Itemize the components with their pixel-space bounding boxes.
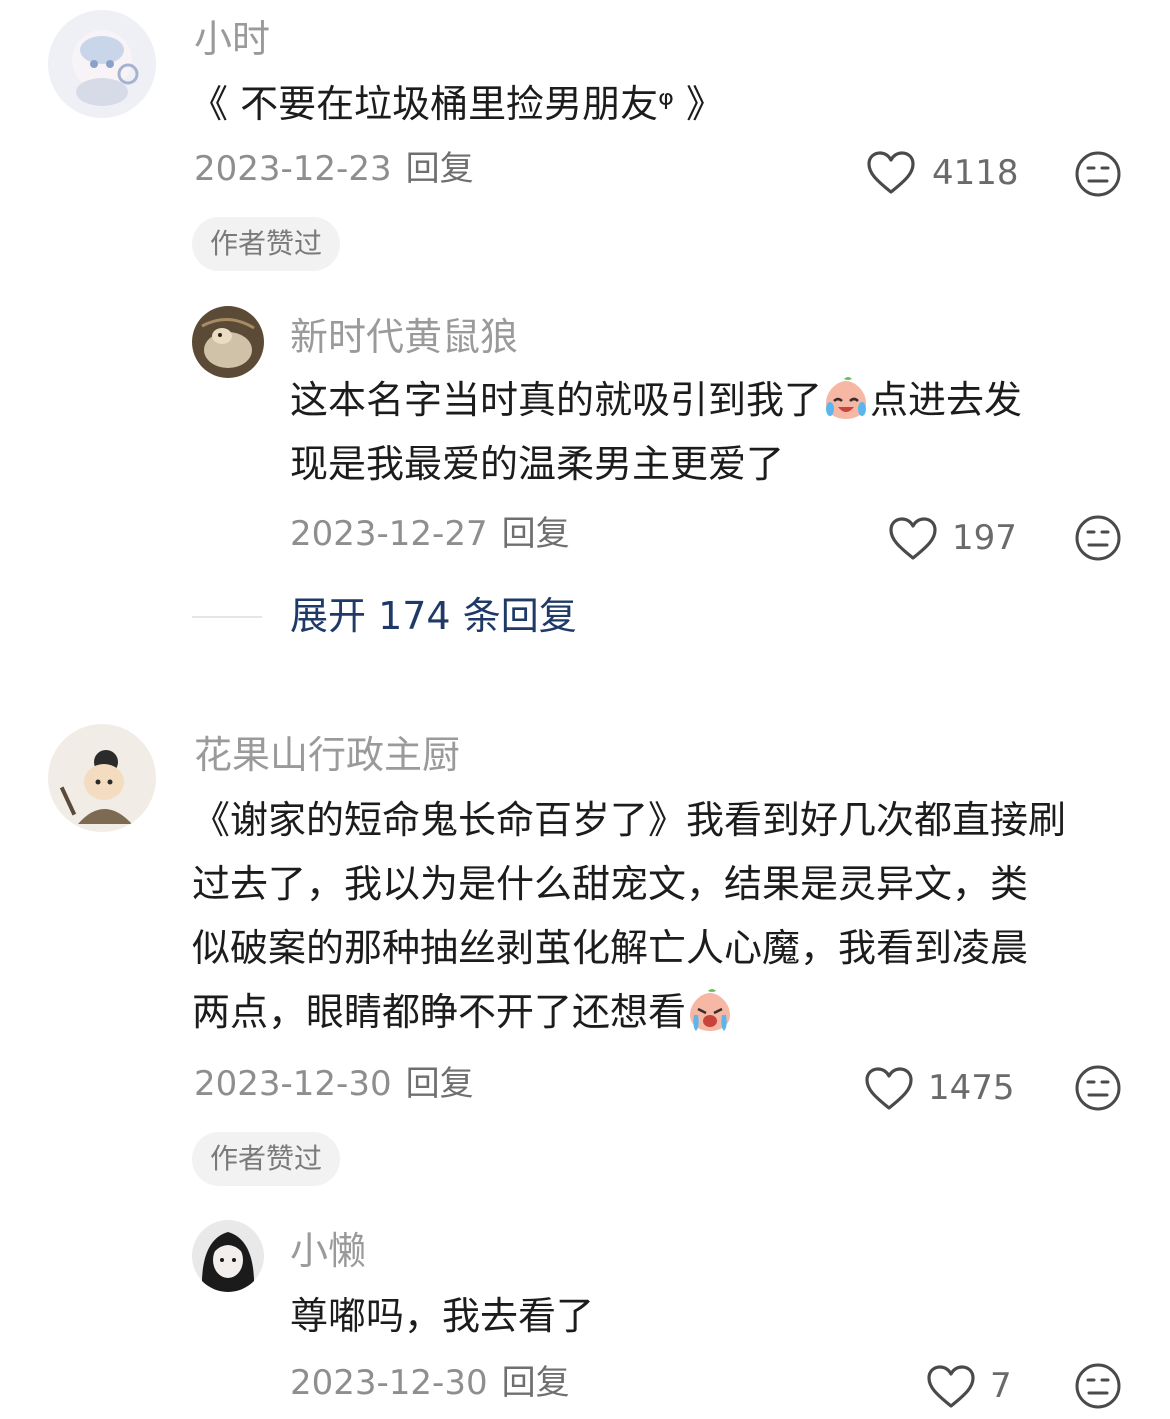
reply-text-part: 现是我最爱的温柔男主更爱了 — [290, 442, 785, 486]
comment-text-line: 《谢家的短命鬼长命百岁了》我看到好几次都直接刷 — [192, 798, 1067, 842]
comment-meta: 2023-12-23 回复 — [194, 152, 474, 186]
crying-laughing-peach-emoji — [822, 375, 870, 423]
reply-text: 这本名字当时真的就吸引到我了 点进去发 现是我最爱的温柔男主更爱了 — [290, 368, 1130, 496]
reply-text-part: 这本名字当时真的就吸引到我了 — [290, 378, 823, 422]
heart-outline-icon[interactable] — [866, 150, 916, 196]
expand-divider — [192, 616, 262, 618]
username[interactable]: 小懒 — [290, 1232, 366, 1270]
comment-text: 《谢家的短命鬼长命百岁了》我看到好几次都直接刷 过去了，我以为是什么甜宠文，结果… — [192, 788, 1152, 1044]
comment-date: 2023-12-30 — [194, 1064, 392, 1104]
reply-text-part: 点进去发 — [870, 378, 1023, 422]
username[interactable]: 新时代黄鼠狼 — [290, 318, 518, 356]
neutral-face-icon[interactable] — [1074, 1064, 1122, 1112]
avatar[interactable] — [192, 1220, 264, 1292]
neutral-face-icon[interactable] — [1074, 514, 1122, 562]
comment-text-line: 似破案的那种抽丝剥茧化解亡人心魔，我看到凌晨 — [192, 926, 1029, 970]
avatar[interactable] — [48, 724, 156, 832]
comment-date: 2023-12-23 — [194, 149, 392, 189]
reply-button[interactable]: 回复 — [406, 1064, 474, 1104]
like-count: 4118 — [932, 153, 1019, 193]
reply-button[interactable]: 回复 — [502, 514, 570, 554]
like-count: 197 — [952, 518, 1017, 558]
sobbing-peach-emoji — [686, 987, 734, 1035]
avatar[interactable] — [48, 10, 156, 118]
avatar[interactable] — [192, 306, 264, 378]
reply-text: 尊嘟吗，我去看了 — [290, 1294, 595, 1338]
heart-outline-icon[interactable] — [864, 1066, 914, 1112]
reply-button[interactable]: 回复 — [502, 1363, 570, 1403]
expand-replies-button[interactable]: 展开 174 条回复 — [290, 597, 577, 635]
author-liked-badge: 作者赞过 — [192, 1132, 341, 1186]
author-liked-badge: 作者赞过 — [192, 217, 341, 271]
like-count: 1475 — [928, 1068, 1015, 1108]
neutral-face-icon[interactable] — [1074, 1362, 1122, 1410]
username[interactable]: 花果山行政主厨 — [194, 736, 460, 774]
heart-outline-icon[interactable] — [926, 1364, 976, 1410]
username[interactable]: 小时 — [194, 20, 270, 58]
heart-outline-icon[interactable] — [888, 516, 938, 562]
comment-text-line: 两点，眼睛都睁不开了还想看 — [192, 990, 687, 1034]
comment-text-line: 过去了，我以为是什么甜宠文，结果是灵异文，类 — [192, 862, 1029, 906]
comment-text: 《 不要在垃圾桶里捡男朋友ᵠ 》 — [190, 82, 724, 126]
comment-meta: 2023-12-27 回复 — [290, 517, 570, 551]
like-count: 7 — [990, 1366, 1012, 1406]
comment-date: 2023-12-27 — [290, 514, 488, 554]
neutral-face-icon[interactable] — [1074, 150, 1122, 198]
comment-meta: 2023-12-30 回复 — [290, 1366, 570, 1400]
comment-date: 2023-12-30 — [290, 1363, 488, 1403]
reply-button[interactable]: 回复 — [406, 149, 474, 189]
comment-meta: 2023-12-30 回复 — [194, 1067, 474, 1101]
